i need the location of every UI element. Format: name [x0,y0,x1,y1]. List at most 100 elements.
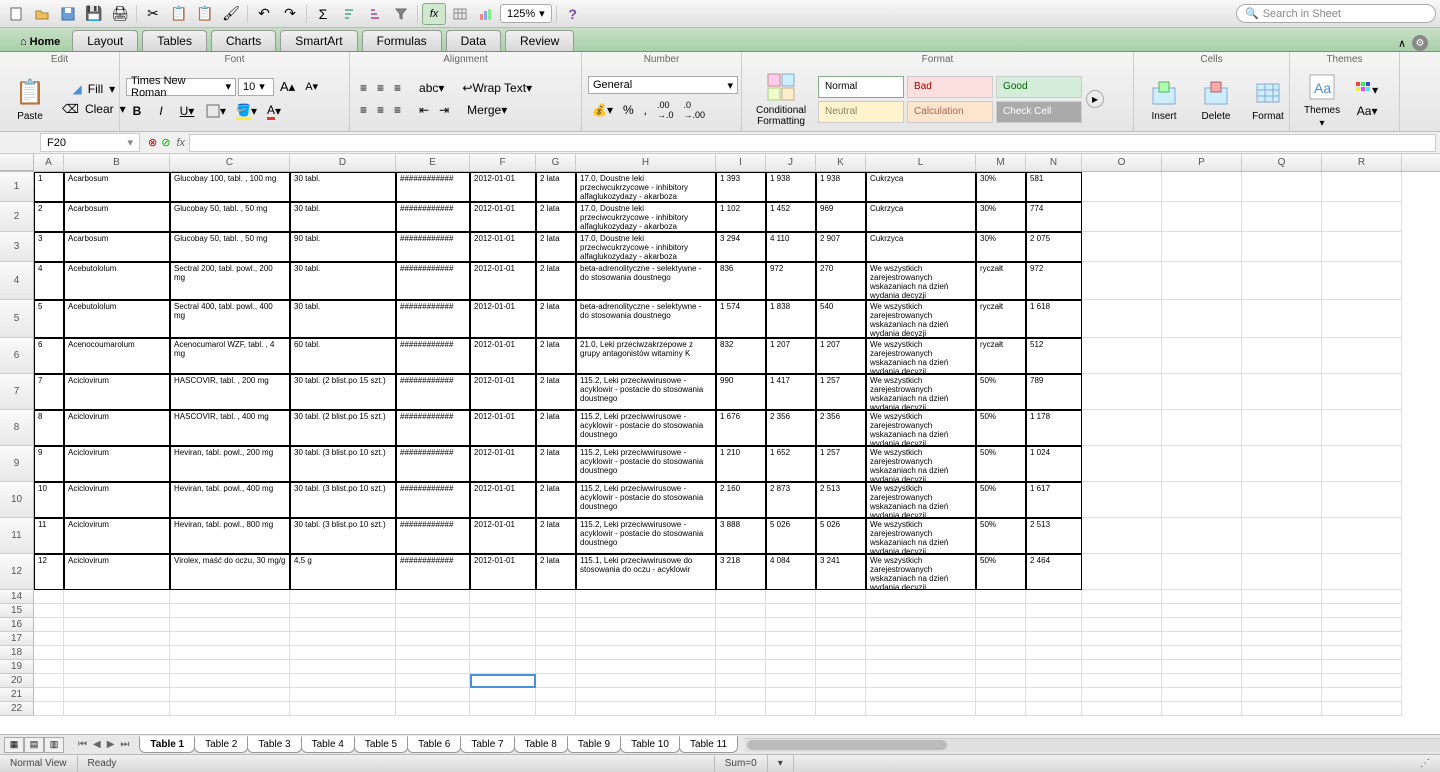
cell[interactable] [1242,232,1322,262]
cell[interactable] [1322,702,1402,716]
align-bottom-icon[interactable]: ≡ [390,79,405,97]
cell[interactable]: 4 110 [766,232,816,262]
settings-icon[interactable]: ⚙ [1412,35,1428,51]
cell[interactable]: Acenocumarol WZF, tabl. , 4 mg [170,338,290,374]
open-icon[interactable] [30,3,54,25]
cell[interactable]: Heviran, tabl. powl., 400 mg [170,482,290,518]
cell[interactable] [1322,300,1402,338]
cell[interactable]: 836 [716,262,766,300]
cell[interactable] [1242,338,1322,374]
cell[interactable] [766,604,816,618]
cancel-formula-icon[interactable]: ⊗ [148,136,157,149]
theme-fonts-button[interactable]: Aa▾ [1352,102,1382,120]
cell[interactable] [1242,482,1322,518]
cell[interactable]: 30% [976,202,1026,232]
row-header[interactable]: 7 [0,374,34,410]
cell[interactable] [866,660,976,674]
column-header[interactable]: J [766,154,816,171]
column-header[interactable]: L [866,154,976,171]
align-left-icon[interactable]: ≡ [356,101,371,119]
cell[interactable] [576,632,716,646]
column-header[interactable]: H [576,154,716,171]
cell[interactable] [766,646,816,660]
cell[interactable] [396,674,470,688]
cell[interactable]: We wszystkich zarejestrowanych wskazania… [866,338,976,374]
chart-icon[interactable] [474,3,498,25]
cell[interactable] [1082,446,1162,482]
cell[interactable] [1322,660,1402,674]
cell[interactable] [976,604,1026,618]
cell[interactable] [576,646,716,660]
accept-formula-icon[interactable]: ⊘ [161,136,170,149]
cell[interactable] [1026,604,1082,618]
cell[interactable]: 115.2, Leki przeciwwirusowe - acyklowir … [576,374,716,410]
column-header[interactable]: I [716,154,766,171]
cell[interactable]: 2 873 [766,482,816,518]
cell[interactable] [1322,482,1402,518]
row-header[interactable]: 6 [0,338,34,374]
cell[interactable]: 1 257 [816,374,866,410]
cell[interactable] [470,604,536,618]
cell[interactable] [716,660,766,674]
cell[interactable]: beta-adrenolityczne - selektywne - do st… [576,300,716,338]
cell[interactable] [536,660,576,674]
cell[interactable] [1162,632,1242,646]
font-size-select[interactable]: 10▾ [238,78,274,96]
formula-input[interactable] [189,134,1436,152]
cell[interactable]: Aciclovirum [64,410,170,446]
cell[interactable]: We wszystkich zarejestrowanych wskazania… [866,482,976,518]
cell[interactable]: 2012-01-01 [470,482,536,518]
currency-icon[interactable]: 💰▾ [588,101,617,119]
cell[interactable]: 2 075 [1026,232,1082,262]
cell[interactable] [1242,674,1322,688]
cell[interactable] [1082,702,1162,716]
column-header[interactable]: N [1026,154,1082,171]
column-header[interactable]: R [1322,154,1402,171]
border-button[interactable]: ▾ [202,102,230,120]
cell[interactable]: Cukrzyca [866,202,976,232]
cell[interactable] [1162,300,1242,338]
cell[interactable]: 30% [976,232,1026,262]
cut-icon[interactable]: ✂ [141,3,165,25]
row-header[interactable]: 11 [0,518,34,554]
cell[interactable]: ############ [396,262,470,300]
cell[interactable] [816,632,866,646]
collapse-ribbon-icon[interactable]: ∧ [1398,37,1406,50]
cell[interactable]: 1 617 [1026,482,1082,518]
cell[interactable] [1242,632,1322,646]
cell[interactable] [1242,300,1322,338]
column-header[interactable]: G [536,154,576,171]
cell[interactable] [1322,410,1402,446]
tab-formulas[interactable]: Formulas [362,30,442,51]
cell[interactable]: 30 tabl. [290,202,396,232]
cell[interactable]: 8 [34,410,64,446]
cell[interactable] [976,674,1026,688]
cell[interactable] [1242,202,1322,232]
cell[interactable] [170,604,290,618]
cell[interactable]: 30% [976,172,1026,202]
cell[interactable]: 2 lata [536,172,576,202]
cell[interactable] [1162,660,1242,674]
cell[interactable]: 2012-01-01 [470,410,536,446]
cell[interactable]: 2012-01-01 [470,446,536,482]
cell[interactable] [1322,632,1402,646]
cell[interactable] [1082,554,1162,590]
autosum-icon[interactable]: Σ [311,3,335,25]
cell[interactable] [290,702,396,716]
cell[interactable]: 2012-01-01 [470,338,536,374]
cell[interactable] [470,674,536,688]
fx-icon[interactable]: fx [422,3,446,25]
row-header[interactable]: 9 [0,446,34,482]
increase-font-icon[interactable]: A▴ [276,77,299,97]
sort-asc-icon[interactable] [337,3,361,25]
cell[interactable]: 50% [976,482,1026,518]
cell[interactable]: 1 207 [816,338,866,374]
cell[interactable] [1162,262,1242,300]
sheet-tab[interactable]: Table 3 [247,736,301,753]
cell[interactable]: 4 [34,262,64,300]
cell[interactable]: 30 tabl. (2 blist.po 15 szt.) [290,410,396,446]
cell[interactable] [1082,338,1162,374]
style-good[interactable]: Good [996,76,1082,98]
cell[interactable] [396,618,470,632]
cell[interactable] [64,702,170,716]
